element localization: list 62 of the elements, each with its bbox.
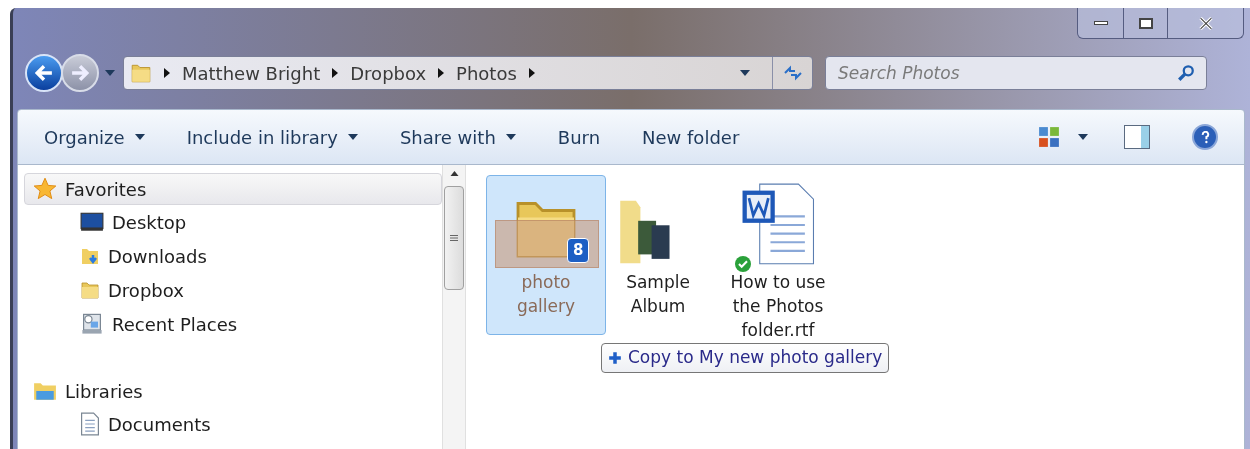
caret-icon [105,70,115,76]
toolbar-button[interactable]: Burn [557,123,601,151]
preview-pane-button[interactable] [1124,125,1150,149]
nav-item[interactable]: Recent Places [24,307,442,341]
close-icon [1197,16,1214,30]
breadcrumb-item[interactable]: Photos [456,59,517,87]
nav-item[interactable]: Dropbox [24,273,442,307]
chevron-icon [332,68,339,78]
change-view-button[interactable] [1038,126,1088,148]
nav-item-label: Desktop [112,210,187,235]
scrollbar[interactable] [442,165,466,449]
nav-group-label: Libraries [65,379,143,404]
refresh-arrows-icon [782,65,803,81]
caret-icon [347,134,358,140]
breadcrumb-item[interactable]: Matthew Bright [182,59,321,87]
right-arrow-icon [71,65,89,81]
toolbar-button[interactable]: New folder [642,123,740,151]
file-name: Sample Album [625,271,691,318]
chevron-icon [528,68,535,78]
drag-tooltip-text: Copy to My new photo gallery [628,346,883,370]
file-item[interactable]: 8 photo gallery [486,175,606,335]
nav-item[interactable]: Downloads [24,239,442,273]
nav-item-label: Documents [108,412,211,437]
caret-icon [740,70,750,76]
left-arrow-icon [35,65,53,81]
star-icon [33,177,57,201]
grip-icon [450,235,458,241]
back-button[interactable] [25,54,63,92]
plus-icon [608,351,622,365]
caret-icon [1078,134,1088,140]
item-count-badge: 8 [567,238,590,263]
breadcrumb-item[interactable]: Dropbox [350,59,427,87]
nav-item-label: Dropbox [108,278,184,303]
view-grid-icon [1038,126,1060,148]
file-name: photo gallery [515,271,577,318]
nav-group-header[interactable]: Favorites [24,173,442,205]
nav-item-label: Downloads [108,244,207,269]
caret-icon [505,134,516,140]
caret-icon [134,134,145,140]
sync-check-icon [735,256,751,272]
question-mark-icon [1200,130,1210,144]
scroll-up-icon [449,171,459,176]
nav-item[interactable]: Documents [24,407,442,441]
scroll-thumb[interactable] [444,186,464,290]
address-bar[interactable]: Matthew Bright Dropbox Photos [123,56,813,90]
nav-item[interactable]: Desktop [24,205,442,239]
chevron-icon [164,68,170,78]
document-icon [80,412,100,436]
nav-group-label: Favorites [65,177,147,202]
file-item[interactable]: How to use the Photos folder.rtf [718,175,838,343]
toolbar-button[interactable]: Organize [44,123,145,151]
toolbar-button[interactable]: Share with [399,123,516,151]
toolbar-button[interactable]: Include in library [186,123,358,151]
nav-item-label: Recent Places [112,312,238,337]
search-field[interactable]: Search Photos [825,56,1207,90]
recent-places-icon [80,312,104,336]
search-icon [1177,64,1195,82]
file-name: How to use the Photos folder.rtf [729,271,827,342]
monitor-icon [80,212,104,232]
nav-group-header[interactable]: Libraries [24,375,442,407]
chevron-icon [438,68,445,78]
help-button[interactable] [1192,124,1218,150]
